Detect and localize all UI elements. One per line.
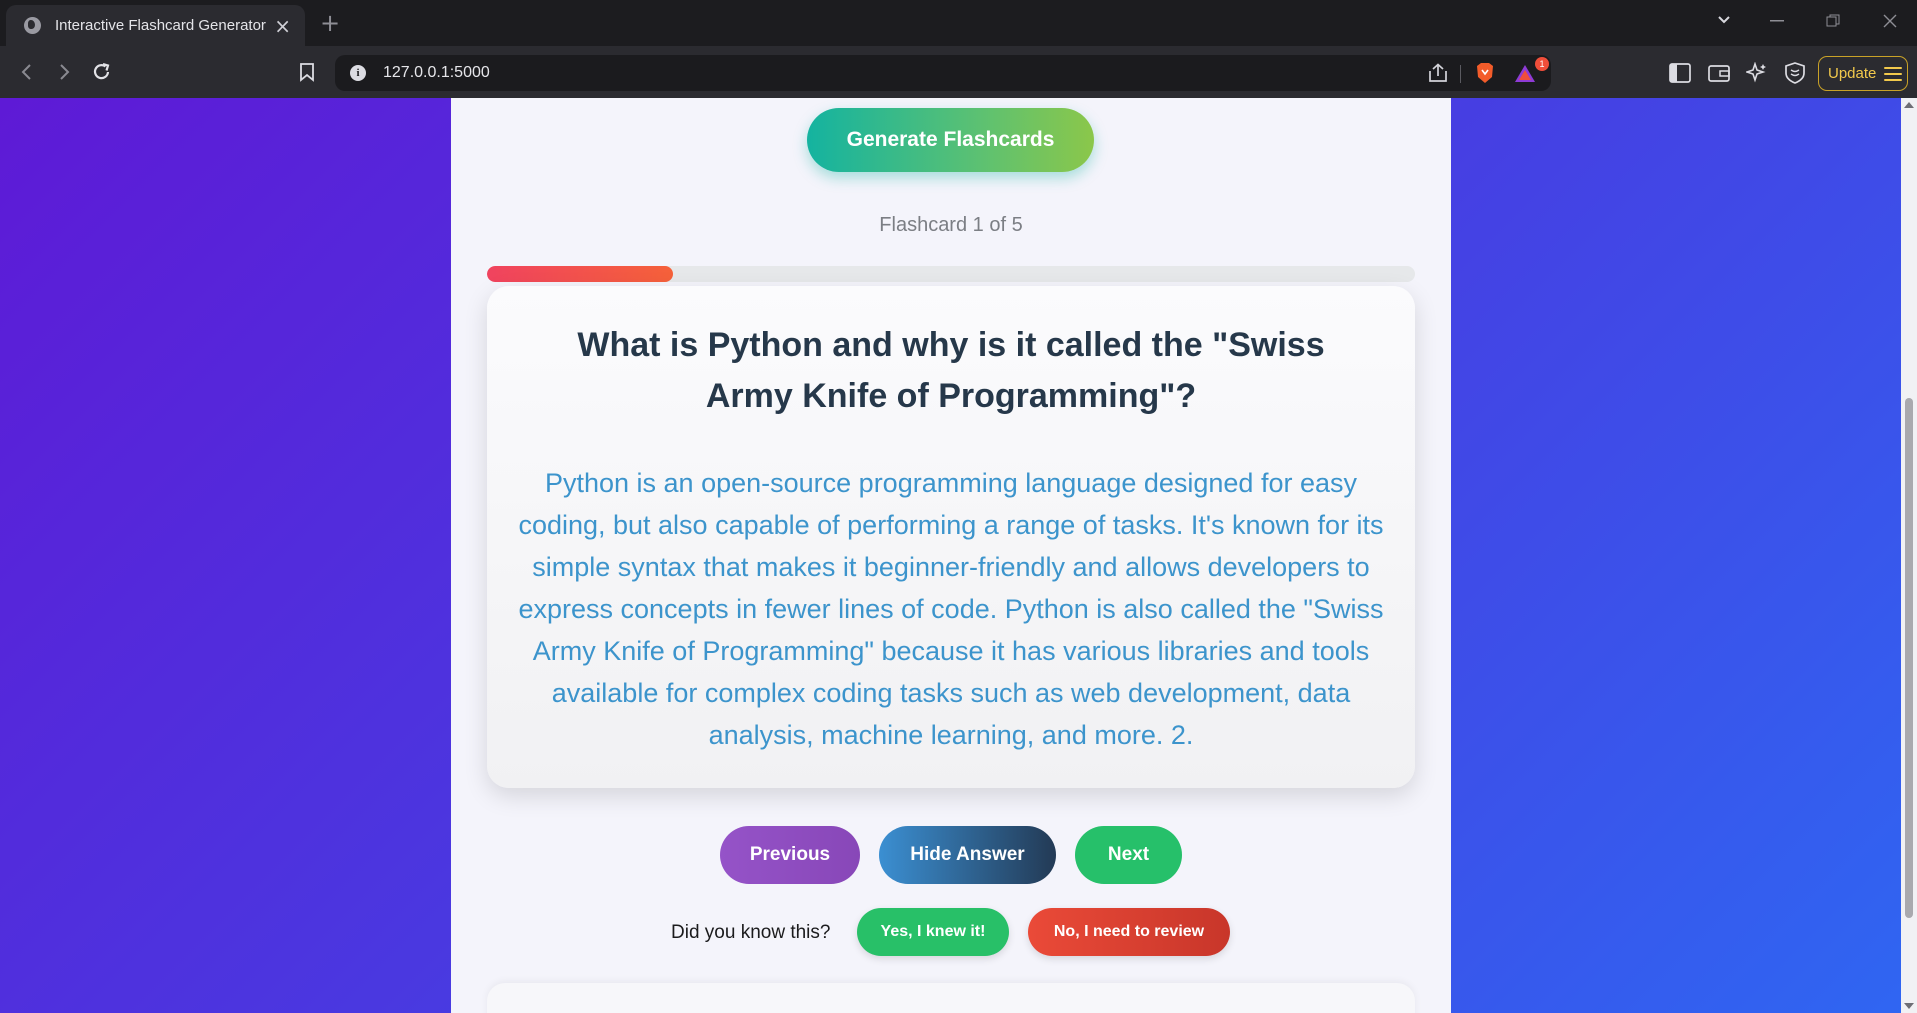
menu-icon xyxy=(1884,66,1903,81)
flashcard-panel: Generate Flashcards Flashcard 1 of 5 Wha… xyxy=(451,98,1451,1013)
share-icon[interactable] xyxy=(1427,63,1449,83)
flashcard-question: What is Python and why is it called the … xyxy=(577,326,1325,415)
next-section-card xyxy=(487,983,1415,1013)
page-viewport: Generate Flashcards Flashcard 1 of 5 Wha… xyxy=(0,98,1917,1013)
browser-tab[interactable]: Interactive Flashcard Generator × xyxy=(6,5,305,46)
back-button[interactable] xyxy=(12,57,42,87)
flashcard-answer: Python is an open-source programming lan… xyxy=(518,468,1384,750)
vpn-shield-icon[interactable] xyxy=(1784,62,1806,84)
page-scrollbar[interactable] xyxy=(1901,98,1917,1013)
notification-badge: 1 xyxy=(1535,57,1549,71)
window-close-icon[interactable] xyxy=(1883,14,1897,28)
progress-bar xyxy=(487,266,1415,282)
brave-rewards-icon[interactable] xyxy=(1514,63,1536,83)
need-review-button[interactable]: No, I need to review xyxy=(1028,908,1230,956)
next-button[interactable]: Next xyxy=(1075,826,1182,884)
close-tab-icon[interactable]: × xyxy=(274,16,291,36)
bookmark-icon xyxy=(300,63,314,82)
hide-answer-button[interactable]: Hide Answer xyxy=(879,826,1056,884)
globe-icon xyxy=(24,17,41,34)
update-button[interactable]: Update xyxy=(1818,56,1908,91)
new-tab-icon[interactable]: + xyxy=(320,9,340,37)
scrollbar-thumb[interactable] xyxy=(1905,398,1913,918)
minimize-icon[interactable] xyxy=(1770,20,1784,23)
generate-flashcards-button[interactable]: Generate Flashcards xyxy=(807,108,1094,172)
browser-tab-strip: Interactive Flashcard Generator × + xyxy=(0,0,1917,46)
scroll-down-arrow-icon[interactable] xyxy=(1904,1003,1914,1009)
brave-shields-icon[interactable] xyxy=(1474,61,1496,85)
wallet-icon[interactable] xyxy=(1708,63,1730,83)
previous-button[interactable]: Previous xyxy=(720,826,860,884)
site-info-icon[interactable]: i xyxy=(350,65,366,81)
back-arrow-icon xyxy=(21,64,31,80)
url-divider xyxy=(1460,65,1461,83)
flashcard[interactable]: What is Python and why is it called the … xyxy=(487,286,1415,788)
leo-ai-icon[interactable] xyxy=(1746,62,1768,84)
review-row: Did you know this? Yes, I knew it! No, I… xyxy=(451,908,1451,956)
knew-it-button[interactable]: Yes, I knew it! xyxy=(857,908,1009,956)
forward-button[interactable] xyxy=(49,57,79,87)
reload-button[interactable] xyxy=(87,57,117,87)
bookmark-button[interactable] xyxy=(292,57,322,87)
update-label: Update xyxy=(1828,65,1877,82)
reload-icon xyxy=(93,62,110,80)
card-navigation: Previous Hide Answer Next xyxy=(451,826,1451,884)
browser-toolbar: i 127.0.0.1:5000 1 Update xyxy=(0,46,1917,98)
tab-title: Interactive Flashcard Generator xyxy=(55,17,266,34)
scroll-up-arrow-icon[interactable] xyxy=(1904,102,1914,108)
url-text[interactable]: 127.0.0.1:5000 xyxy=(383,64,490,82)
review-prompt: Did you know this? xyxy=(671,922,831,943)
sidebar-icon[interactable] xyxy=(1669,63,1691,83)
address-bar[interactable]: i 127.0.0.1:5000 xyxy=(335,55,1551,91)
tab-search-chevron-icon[interactable] xyxy=(1717,15,1731,25)
forward-arrow-icon xyxy=(60,64,70,80)
flashcard-counter: Flashcard 1 of 5 xyxy=(879,214,1023,236)
progress-fill xyxy=(487,266,673,282)
restore-icon[interactable] xyxy=(1826,14,1840,28)
